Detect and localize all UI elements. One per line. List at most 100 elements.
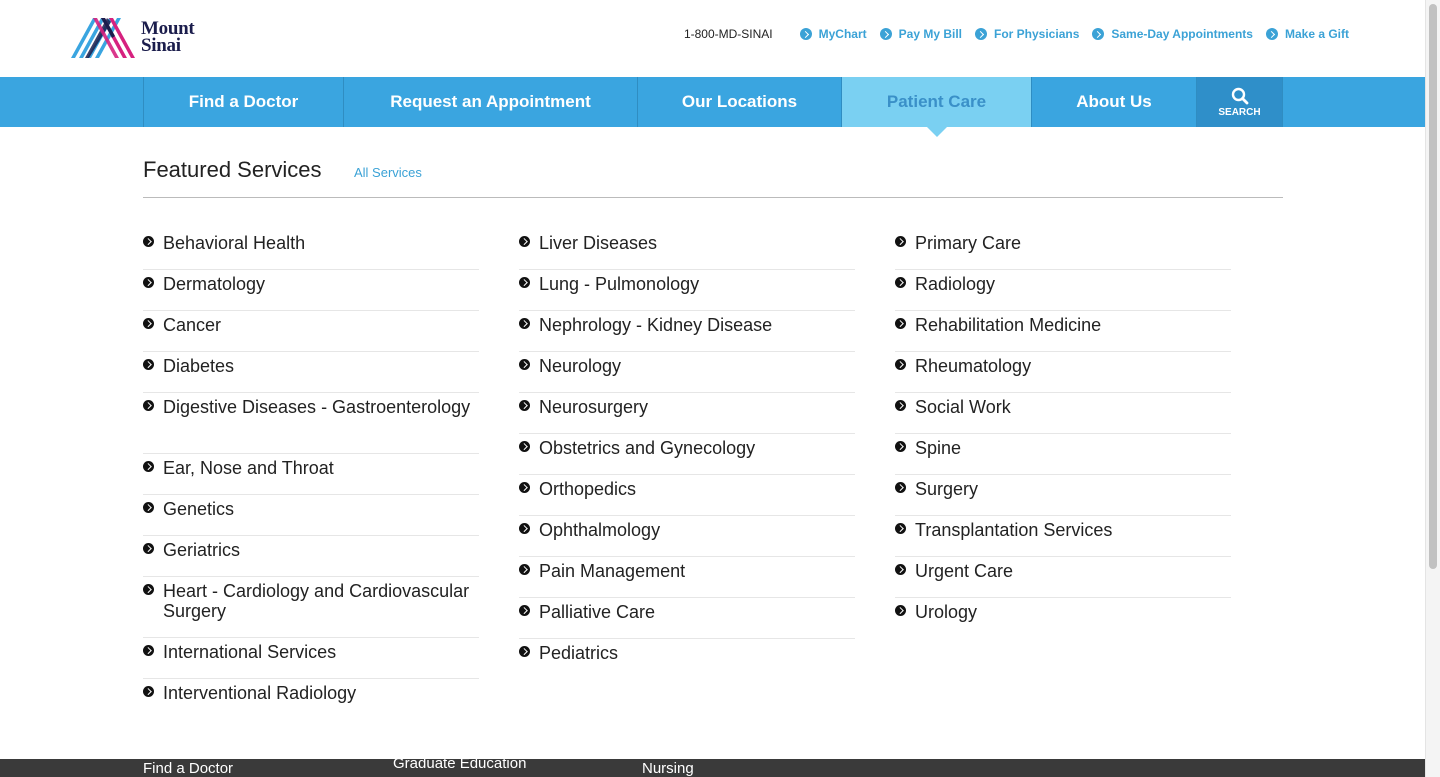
service-label: Geriatrics [163, 540, 241, 560]
all-services-link[interactable]: All Services [354, 165, 422, 180]
logo-line2: Sinai [141, 35, 181, 56]
service-label: Liver Diseases [539, 233, 658, 253]
nav-request-appointment[interactable]: Request an Appointment [343, 77, 637, 127]
nav-our-locations[interactable]: Our Locations [637, 77, 841, 127]
service-label: Orthopedics [539, 479, 637, 499]
service-label: Dermatology [163, 274, 266, 294]
mount-sinai-logo[interactable]: Mount Sinai [71, 14, 211, 60]
chevron-circle-icon [1092, 28, 1105, 40]
service-label: Spine [915, 438, 962, 458]
chevron-circle-icon [519, 277, 530, 288]
service-label: Obstetrics and Gynecology [539, 438, 756, 458]
services-column-2: Liver Diseases Lung - Pulmonology Nephro… [519, 229, 855, 680]
service-item[interactable]: Primary Care [895, 229, 1231, 270]
chevron-circle-icon [519, 646, 530, 657]
featured-services-header: Featured Services All Services [143, 155, 1283, 198]
service-item[interactable]: Heart - Cardiology and Cardiovascular Su… [143, 577, 479, 638]
service-item[interactable]: Nephrology - Kidney Disease [519, 311, 855, 352]
service-item[interactable]: Cancer [143, 311, 479, 352]
featured-services-title: Featured Services [143, 157, 322, 182]
service-item[interactable]: Obstetrics and Gynecology [519, 434, 855, 475]
service-label: Behavioral Health [163, 233, 306, 253]
chevron-circle-icon [895, 605, 906, 616]
service-label: Pediatrics [539, 643, 619, 663]
chevron-circle-icon [143, 645, 154, 656]
service-item[interactable]: Geriatrics [143, 536, 479, 577]
chevron-circle-icon [519, 318, 530, 329]
service-item[interactable]: Urgent Care [895, 557, 1231, 598]
mychart-link[interactable]: MyChart [799, 27, 867, 41]
chevron-circle-icon [895, 236, 906, 247]
site-header: Mount Sinai 1-800-MD-SINAI MyChart Pay M… [0, 0, 1425, 77]
service-item[interactable]: Digestive Diseases - Gastroenterology [143, 393, 479, 454]
service-label: Neurology [539, 356, 622, 376]
page-scrollbar[interactable] [1425, 0, 1440, 777]
chevron-circle-icon [519, 564, 530, 575]
service-label: Pain Management [539, 561, 686, 581]
nav-find-a-doctor[interactable]: Find a Doctor [143, 77, 343, 127]
make-a-gift-link[interactable]: Make a Gift [1265, 27, 1349, 41]
utility-links: 1-800-MD-SINAI MyChart Pay My Bill For P… [684, 27, 1349, 41]
for-physicians-link[interactable]: For Physicians [975, 27, 1079, 41]
service-item[interactable]: Rheumatology [895, 352, 1231, 393]
service-item[interactable]: Palliative Care [519, 598, 855, 639]
footer-link-nursing[interactable]: Nursing [642, 760, 694, 777]
footer-link-graduate-education[interactable]: Graduate Education [393, 759, 526, 772]
service-item[interactable]: Radiology [895, 270, 1231, 311]
pay-my-bill-link[interactable]: Pay My Bill [879, 27, 962, 41]
service-item[interactable]: Neurology [519, 352, 855, 393]
chevron-circle-icon [1265, 28, 1278, 40]
service-item[interactable]: Dermatology [143, 270, 479, 311]
chevron-circle-icon [143, 236, 154, 247]
service-item[interactable]: Neurosurgery [519, 393, 855, 434]
footer-link-find-a-doctor[interactable]: Find a Doctor [143, 760, 233, 777]
chevron-circle-icon [519, 359, 530, 370]
chevron-circle-icon [143, 318, 154, 329]
chevron-circle-icon [143, 400, 154, 411]
nav-patient-care[interactable]: Patient Care [841, 77, 1031, 137]
same-day-appointments-link[interactable]: Same-Day Appointments [1092, 27, 1253, 41]
service-item[interactable]: Pediatrics [519, 639, 855, 680]
service-item[interactable]: Behavioral Health [143, 229, 479, 270]
nav-about-us[interactable]: About Us [1031, 77, 1196, 127]
service-item[interactable]: Ear, Nose and Throat [143, 454, 479, 495]
service-label: Urology [915, 602, 978, 622]
service-item[interactable]: Spine [895, 434, 1231, 475]
service-item[interactable]: Urology [895, 598, 1231, 639]
scrollbar-thumb[interactable] [1429, 4, 1437, 569]
service-item[interactable]: Diabetes [143, 352, 479, 393]
phone-number[interactable]: 1-800-MD-SINAI [684, 27, 773, 41]
search-label: SEARCH [1218, 106, 1261, 118]
service-item[interactable]: Interventional Radiology [143, 679, 479, 720]
search-icon [1231, 87, 1248, 104]
service-item[interactable]: Liver Diseases [519, 229, 855, 270]
chevron-circle-icon [975, 28, 987, 40]
chevron-circle-icon [799, 28, 812, 40]
service-label: Primary Care [915, 233, 1022, 253]
mychart-label: MyChart [818, 27, 867, 41]
service-item[interactable]: Genetics [143, 495, 479, 536]
service-label: Heart - Cardiology and Cardiovascular Su… [163, 581, 470, 621]
service-label: International Services [163, 642, 337, 662]
service-item[interactable]: Transplantation Services [895, 516, 1231, 557]
services-column-1: Behavioral Health Dermatology Cancer Dia… [143, 229, 479, 720]
pay-my-bill-label: Pay My Bill [898, 27, 962, 41]
footer-strip: Find a Doctor Graduate Education Nursing [0, 759, 1425, 777]
service-item[interactable]: Lung - Pulmonology [519, 270, 855, 311]
chevron-circle-icon [143, 461, 154, 472]
chevron-circle-icon [143, 584, 154, 595]
service-label: Rheumatology [915, 356, 1032, 376]
service-item[interactable]: International Services [143, 638, 479, 679]
service-label: Surgery [915, 479, 979, 499]
chevron-circle-icon [895, 482, 906, 493]
service-item[interactable]: Ophthalmology [519, 516, 855, 557]
service-item[interactable]: Social Work [895, 393, 1231, 434]
service-item[interactable]: Surgery [895, 475, 1231, 516]
service-item[interactable]: Pain Management [519, 557, 855, 598]
main-navbar: Find a Doctor Request an Appointment Our… [0, 77, 1425, 137]
service-label: Social Work [915, 397, 1011, 417]
service-item[interactable]: Orthopedics [519, 475, 855, 516]
service-label: Transplantation Services [915, 520, 1113, 540]
search-button[interactable]: SEARCH [1196, 77, 1283, 127]
service-item[interactable]: Rehabilitation Medicine [895, 311, 1231, 352]
